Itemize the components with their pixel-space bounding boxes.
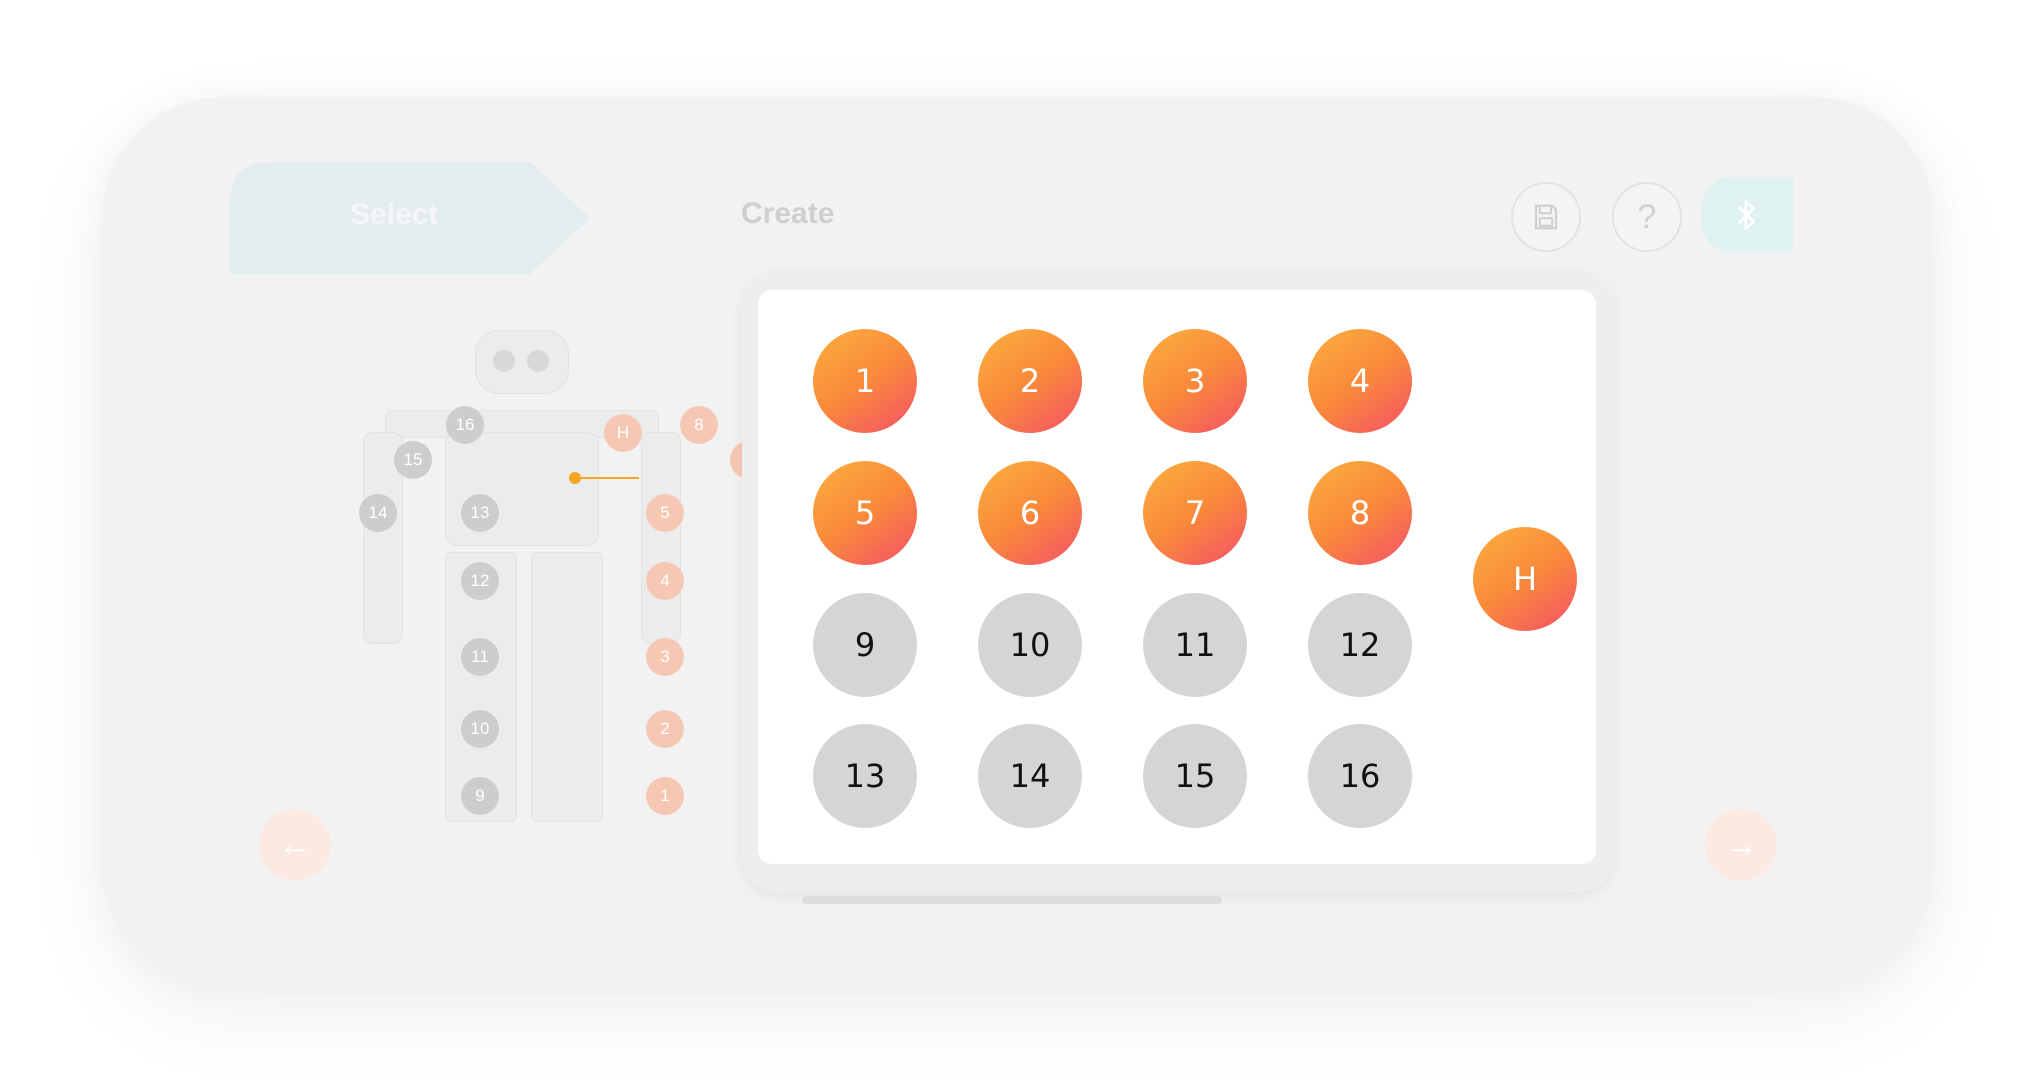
robot-eye-right <box>527 350 549 372</box>
servo-button-1[interactable]: 1 <box>813 329 917 433</box>
servo-selection-panel: 1 2 3 4 5 6 7 8 9 10 11 12 13 14 15 16 H <box>742 272 1614 892</box>
robot-leg-left <box>531 552 603 822</box>
robot-servo-marker: 16 <box>446 406 484 444</box>
bluetooth-icon <box>1738 200 1756 230</box>
next-button[interactable]: → <box>1705 809 1777 881</box>
servo-button-15[interactable]: 15 <box>1143 724 1247 828</box>
servo-button-4[interactable]: 4 <box>1308 329 1412 433</box>
servo-button-2[interactable]: 2 <box>978 329 1082 433</box>
help-button[interactable]: ? <box>1612 182 1682 252</box>
step-select-label: Select <box>350 198 439 231</box>
servo-button-12[interactable]: 12 <box>1308 593 1412 697</box>
robot-servo-marker: 2 <box>646 710 684 748</box>
servo-button-5[interactable]: 5 <box>813 461 917 565</box>
robot-diagram: 16 15 14 13 12 11 10 9 H 8 7 6 5 4 3 2 1 <box>353 322 784 822</box>
servo-button-13[interactable]: 13 <box>813 724 917 828</box>
robot-head <box>475 330 569 394</box>
step-select-tab[interactable]: Select <box>230 162 590 274</box>
servo-button-head[interactable]: H <box>1473 527 1577 631</box>
save-icon <box>1534 204 1558 230</box>
robot-torso <box>445 432 599 546</box>
servo-button-11[interactable]: 11 <box>1143 593 1247 697</box>
robot-servo-marker: 15 <box>394 441 432 479</box>
save-button[interactable] <box>1511 182 1581 252</box>
robot-servo-marker: 11 <box>461 638 499 676</box>
connector-line <box>575 477 639 479</box>
connector-dot <box>569 472 581 484</box>
robot-servo-marker: 12 <box>461 562 499 600</box>
servo-button-7[interactable]: 7 <box>1143 461 1247 565</box>
servo-button-8[interactable]: 8 <box>1308 461 1412 565</box>
servo-button-6[interactable]: 6 <box>978 461 1082 565</box>
robot-servo-marker: 10 <box>461 710 499 748</box>
robot-servo-marker: 8 <box>680 406 718 444</box>
robot-servo-marker: 9 <box>461 777 499 815</box>
robot-servo-marker: 5 <box>646 494 684 532</box>
arrow-right-icon: → <box>1724 825 1758 864</box>
help-icon: ? <box>1637 197 1657 236</box>
servo-button-14[interactable]: 14 <box>978 724 1082 828</box>
home-indicator <box>802 896 1222 904</box>
servo-button-3[interactable]: 3 <box>1143 329 1247 433</box>
servo-button-10[interactable]: 10 <box>978 593 1082 697</box>
robot-arm-left <box>641 432 681 644</box>
servo-button-16[interactable]: 16 <box>1308 724 1412 828</box>
servo-button-9[interactable]: 9 <box>813 593 917 697</box>
bluetooth-button[interactable] <box>1701 177 1793 253</box>
step-create-tab[interactable]: Create <box>741 197 834 231</box>
robot-servo-marker: H <box>604 414 642 452</box>
robot-servo-marker: 1 <box>646 777 684 815</box>
robot-servo-marker: 14 <box>359 494 397 532</box>
robot-servo-marker: 4 <box>646 562 684 600</box>
arrow-left-icon: ← <box>278 825 312 864</box>
robot-eye-left <box>493 350 515 372</box>
robot-servo-marker: 3 <box>646 638 684 676</box>
robot-servo-marker: 13 <box>461 494 499 532</box>
servo-grid-container: 1 2 3 4 5 6 7 8 9 10 11 12 13 14 15 16 H <box>758 290 1596 864</box>
back-button[interactable]: ← <box>259 809 331 881</box>
